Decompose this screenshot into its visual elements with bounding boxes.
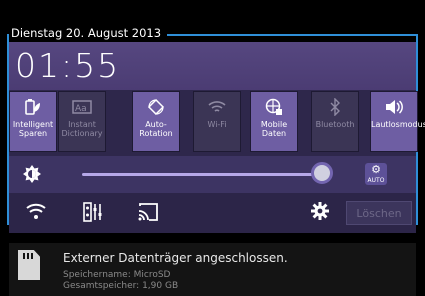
- auto-brightness-button[interactable]: ⚙ AUTO: [365, 163, 387, 185]
- tile-label: Instant Dictionary: [61, 120, 103, 138]
- tile-label: Mobile Daten: [260, 120, 288, 138]
- brightness-slider-thumb[interactable]: [311, 162, 333, 184]
- tile-label: Wi-Fi: [207, 120, 227, 129]
- tile-instant-dictionary[interactable]: Aa Instant Dictionary: [58, 91, 106, 152]
- brightness-track[interactable]: [82, 173, 327, 176]
- tile-auto-rotation[interactable]: Auto-Rotation: [132, 91, 180, 152]
- tile-intelligent-sparen[interactable]: Intelligent Sparen: [9, 91, 57, 152]
- auto-brightness-icon: ⚙: [371, 163, 381, 176]
- tile-lautlosmodus[interactable]: Lautlosmodus: [370, 91, 425, 152]
- notification-panel: Dienstag 20. August 2013 01:55 Intellige…: [0, 0, 425, 296]
- battery-leaf-icon: [10, 92, 56, 120]
- quick-settings-edit-button[interactable]: [81, 202, 105, 224]
- brightness-row: ⚙ AUTO: [9, 156, 416, 193]
- auto-brightness-label: AUTO: [367, 177, 385, 184]
- panel-toolbar: Löschen: [9, 193, 416, 233]
- notification-detail-size: Gesamtspeicher: 1,90 GB: [63, 281, 179, 291]
- tile-bluetooth[interactable]: Bluetooth: [311, 91, 359, 152]
- globe-data-icon: [251, 92, 297, 120]
- rotate-icon: [133, 92, 179, 120]
- screen-cast-button[interactable]: [136, 202, 160, 224]
- notification-detail-name: Speichername: MicroSD: [63, 270, 171, 280]
- wifi-icon: [194, 92, 240, 120]
- tile-wifi[interactable]: Wi-Fi: [193, 91, 241, 152]
- tile-label: Auto-Rotation: [139, 120, 173, 138]
- svg-text:Aa: Aa: [75, 104, 87, 114]
- date-label: Dienstag 20. August 2013: [9, 25, 168, 41]
- wifi-settings-button[interactable]: [24, 202, 48, 224]
- notification-item[interactable]: Externer Datenträger angeschlossen. Spei…: [9, 243, 416, 296]
- quick-settings-tiles: Intelligent Sparen Aa Instant Dictionary…: [9, 90, 425, 156]
- tile-label: Intelligent Sparen: [12, 120, 54, 138]
- dictionary-icon: Aa: [59, 92, 105, 120]
- sd-card-icon: [18, 250, 40, 280]
- clock-row: 01:55: [9, 42, 416, 90]
- notification-title: Externer Datenträger angeschlossen.: [63, 251, 288, 265]
- clock-time: 01:55: [15, 46, 121, 85]
- brightness-icon: [23, 165, 41, 183]
- clear-notifications-button[interactable]: Löschen: [346, 201, 412, 225]
- bluetooth-icon: [312, 92, 358, 120]
- tile-label: Lautlosmodus: [371, 120, 425, 129]
- settings-gear-icon[interactable]: [308, 202, 332, 224]
- speaker-icon: [371, 92, 417, 120]
- tile-label: Bluetooth: [315, 120, 355, 129]
- tile-mobile-daten[interactable]: Mobile Daten: [250, 91, 298, 152]
